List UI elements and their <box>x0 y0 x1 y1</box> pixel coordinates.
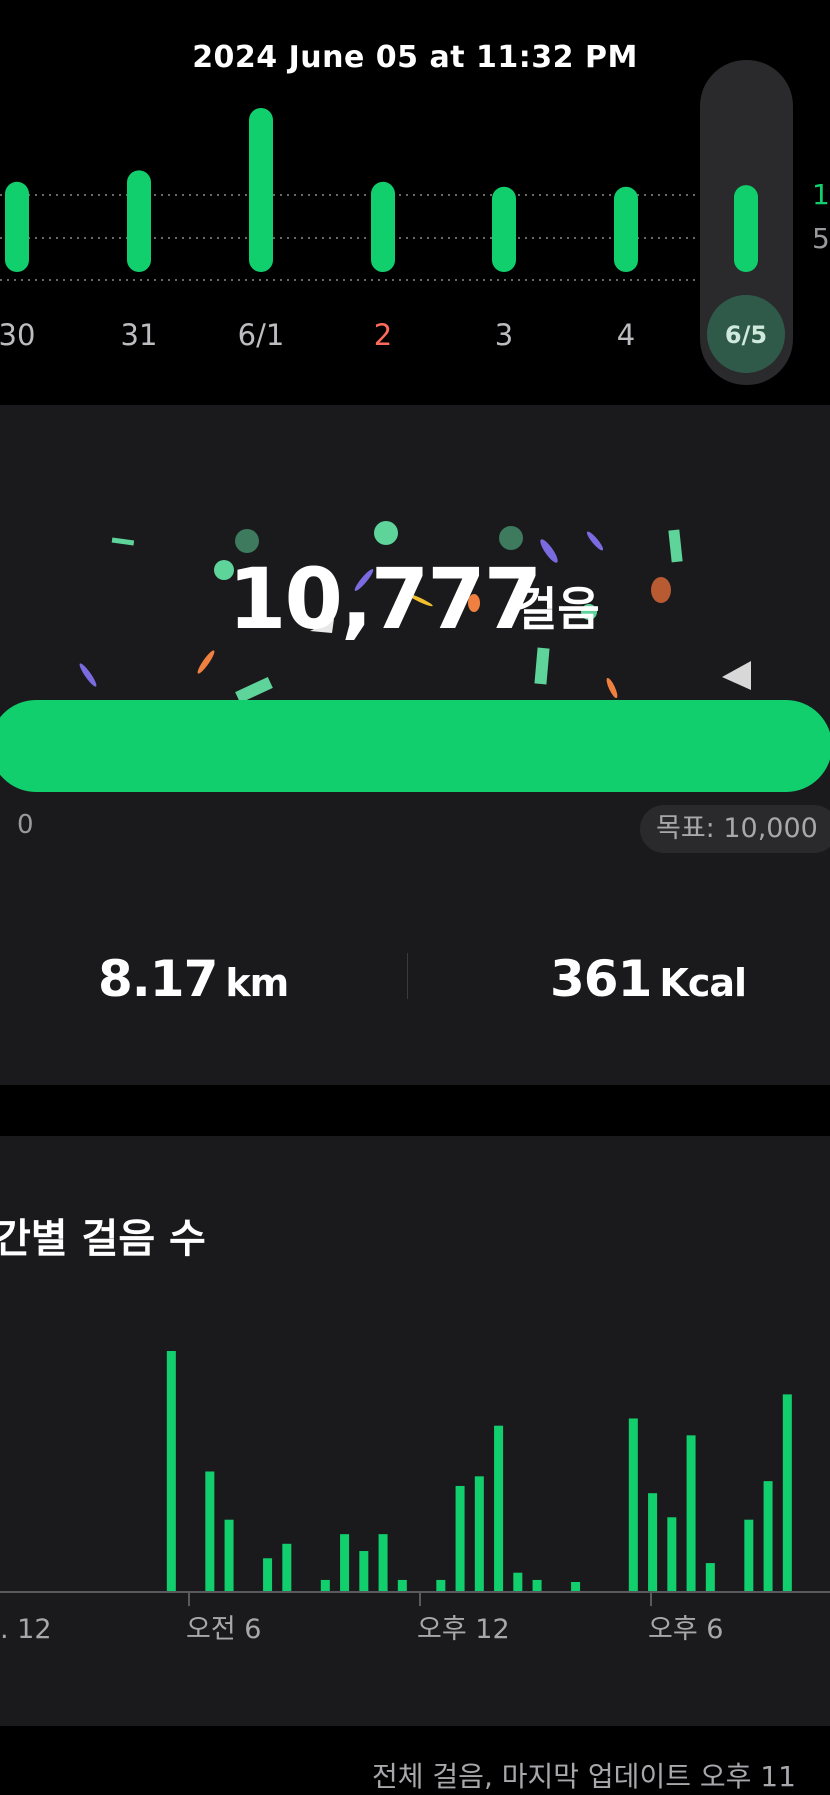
weekly-day-label-0[interactable]: 30 <box>0 318 35 352</box>
hourly-chart: . 12 오전 6 오후 12 오후 6 <box>0 1351 830 1645</box>
hourly-bar-16 <box>571 1582 581 1592</box>
distance-value: 8.17 <box>98 950 218 1008</box>
hourly-bar-20 <box>686 1435 696 1592</box>
hourly-bar-9 <box>397 1579 407 1592</box>
hourly-bar-6 <box>340 1534 350 1592</box>
hourly-bar-22 <box>744 1519 754 1592</box>
hourly-bar-21 <box>705 1563 715 1592</box>
weekly-day-label-5[interactable]: 4 <box>617 318 635 352</box>
hourly-bar-14 <box>513 1572 523 1592</box>
progress-start-label: 0 <box>17 810 34 840</box>
hourly-tick-label-2: 오후 12 <box>417 1614 510 1645</box>
steps-unit: 걸음 <box>515 582 600 636</box>
hourly-bar-17 <box>628 1418 638 1592</box>
hourly-bar-23 <box>763 1481 773 1592</box>
right-axis-label-bottom: 5 <box>812 222 830 255</box>
hourly-steps-card: 간별 걸음 수 . 12 오전 6 오후 12 오후 6 <box>0 1136 830 1726</box>
steps-count: 10,777 <box>228 550 542 648</box>
steps-progress-bar <box>0 700 830 792</box>
weekly-bar-0[interactable] <box>5 181 29 272</box>
hourly-bar-0 <box>166 1351 176 1592</box>
weekly-day-label-1[interactable]: 31 <box>121 318 158 352</box>
weekly-day-label-3[interactable]: 2 <box>374 318 392 352</box>
weekly-bar-3[interactable] <box>371 181 395 272</box>
hourly-bar-11 <box>455 1485 465 1592</box>
weekly-bar-5[interactable] <box>614 186 638 272</box>
calories-unit: Kcal <box>659 961 747 1005</box>
calories-stat: 361 Kcal <box>550 950 747 1008</box>
hourly-tick-label-0: . 12 <box>0 1614 52 1645</box>
weekly-steps-chart: 2024 June 05 at 11:32 PM 30 31 6/1 2 3 4 6/5 1… <box>0 0 830 405</box>
hourly-bar-1 <box>205 1471 215 1592</box>
hourly-bar-15 <box>532 1579 542 1592</box>
weekly-bar-2[interactable] <box>249 108 273 272</box>
weekly-day-label-6[interactable]: 6/5 <box>725 321 767 349</box>
weekly-day-label-4[interactable]: 3 <box>495 318 513 352</box>
weekly-chart-svg: 30 31 6/1 2 3 4 6/5 1( 5 <box>0 60 830 385</box>
hourly-bar-19 <box>667 1517 677 1592</box>
hourly-tick-label-1: 오전 6 <box>186 1614 261 1645</box>
hourly-bar-24 <box>782 1394 792 1592</box>
distance-stat: 8.17 km <box>98 950 289 1008</box>
weekly-day-label-2[interactable]: 6/1 <box>238 318 285 352</box>
hourly-tick-label-3: 오후 6 <box>648 1614 723 1645</box>
hourly-bar-12 <box>474 1476 484 1592</box>
calories-value: 361 <box>550 950 652 1008</box>
hourly-bar-8 <box>378 1534 388 1592</box>
weekly-bar-6[interactable] <box>734 185 758 272</box>
hourly-bar-18 <box>648 1493 658 1592</box>
hourly-bar-4 <box>282 1543 292 1592</box>
goal-chip[interactable]: 목표: 10,000 <box>640 805 830 853</box>
stats-divider <box>407 953 408 999</box>
hourly-bar-2 <box>224 1519 234 1592</box>
hourly-bar-7 <box>359 1551 369 1592</box>
hourly-bar-10 <box>436 1579 446 1592</box>
hourly-bar-5 <box>320 1579 330 1592</box>
daily-progress-card: 10,777 걸음 0 목표: 10,000 8.17 km 361 Kcal <box>0 405 830 1085</box>
distance-unit: km <box>225 961 289 1005</box>
weekly-bar-1[interactable] <box>127 170 151 272</box>
footer-note: 전체 걸음, 마지막 업데이트 오후 11 <box>372 1760 796 1793</box>
hourly-bar-13 <box>494 1425 504 1592</box>
right-axis-label-top: 1( <box>812 178 830 211</box>
hourly-bar-3 <box>263 1558 273 1592</box>
weekly-bar-4[interactable] <box>492 186 516 272</box>
